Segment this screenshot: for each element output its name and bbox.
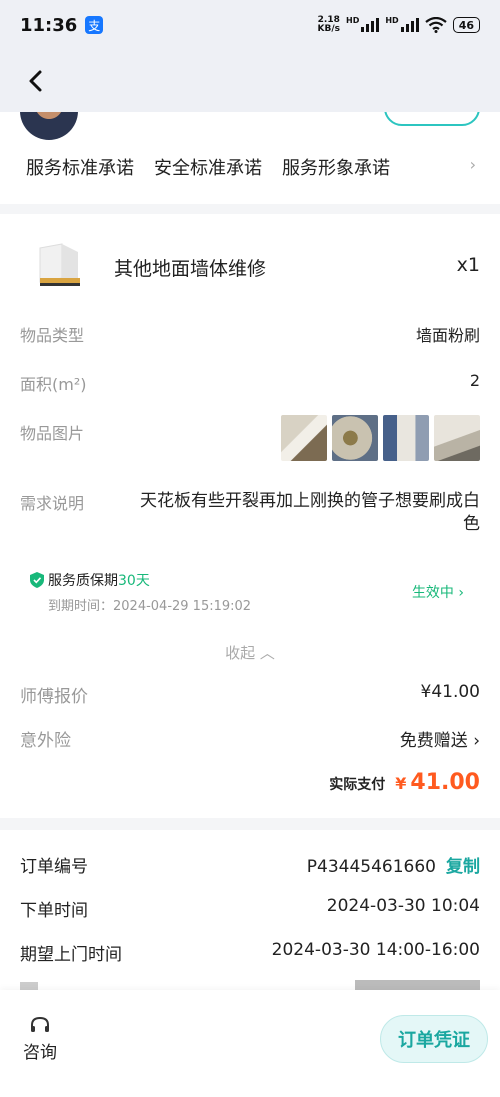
product-image — [26, 242, 86, 290]
chevron-right-icon: › — [473, 731, 480, 751]
order-detail-card: 其他地面墙体维修 x1 物品类型 墙面粉刷 面积(m²) 2 物品图片 需求说明… — [0, 214, 500, 818]
hd-label: HD — [385, 16, 399, 25]
insurance-value: 免费赠送 › — [399, 731, 480, 751]
item-type-value: 墙面粉刷 — [415, 326, 480, 345]
quote-value: ¥41.00 — [420, 682, 480, 702]
item-photo[interactable] — [332, 415, 378, 461]
order-number-value: P43445461660 — [306, 857, 436, 877]
net-speed: 2.18 KB/s — [317, 15, 340, 34]
description-value: 天花板有些开裂再加上刚换的管子想要刷成白色 — [140, 491, 480, 534]
actual-payment-label: 实际支付 — [329, 777, 386, 793]
insurance-label: 意外险 — [20, 731, 71, 751]
chevron-right-icon: › — [458, 585, 464, 601]
promise-tabs: 服务标准承诺 安全标准承诺 服务形象承诺 — [26, 154, 390, 180]
alipay-icon: 支 — [85, 16, 104, 34]
product-row: 其他地面墙体维修 x1 — [0, 214, 500, 314]
warranty-title: 服务质保期30天 — [48, 573, 150, 589]
order-info-card: 订单编号 P43445461660 复制 下单时间 2024-03-30 10:0… — [0, 830, 500, 990]
master-action-button[interactable] — [384, 112, 480, 126]
item-photo[interactable] — [281, 415, 327, 461]
quote-label: 师傅报价 — [20, 687, 88, 707]
expected-time-value: 2024-03-30 14:00-16:00 — [271, 940, 480, 960]
back-icon[interactable] — [22, 68, 48, 94]
master-card: 服务标准承诺 安全标准承诺 服务形象承诺 › — [0, 112, 500, 204]
item-photo[interactable] — [434, 415, 480, 461]
expected-time-label: 期望上门时间 — [20, 945, 122, 965]
promise-safety-standard[interactable]: 安全标准承诺 — [154, 154, 262, 180]
clock: 11:36 — [20, 14, 78, 36]
hd-label: HD — [346, 16, 360, 25]
collapse-toggle[interactable]: 收起 ︿ — [0, 642, 500, 663]
order-voucher-button[interactable]: 订单凭证 — [380, 1015, 488, 1063]
item-photo[interactable] — [383, 415, 429, 461]
order-number-label: 订单编号 — [20, 857, 88, 877]
actual-payment-value: ¥41.00 — [395, 770, 480, 795]
images-label: 物品图片 — [20, 424, 85, 443]
area-label: 面积(m²) — [20, 375, 87, 394]
status-bar: 11:36 支 2.18 KB/s HD HD 46 — [0, 0, 500, 50]
avatar[interactable] — [20, 112, 78, 140]
consult-button[interactable]: 咨询 — [20, 1016, 60, 1063]
warranty-days: 30天 — [118, 573, 150, 589]
copy-button[interactable]: 复制 — [446, 857, 480, 877]
image-thumbnails — [281, 415, 480, 461]
warranty-row[interactable]: 服务质保期30天 到期时间：2024-04-29 15:19:02 生效中 › — [30, 570, 470, 620]
warranty-status: 生效中 › — [411, 585, 464, 601]
chevron-right-icon[interactable]: › — [470, 155, 476, 174]
area-value: 2 — [469, 371, 480, 390]
product-quantity: x1 — [456, 254, 480, 276]
order-created-label: 下单时间 — [20, 901, 88, 921]
order-created-value: 2024-03-30 10:04 — [326, 896, 480, 916]
signal-icon — [400, 18, 419, 32]
nav-header — [0, 50, 500, 112]
description-row: 需求说明 天花板有些开裂再加上刚换的管子想要刷成白色 — [20, 490, 480, 540]
promise-service-image[interactable]: 服务形象承诺 — [282, 154, 390, 180]
actual-payment: 实际支付 ¥41.00 — [329, 770, 480, 795]
consult-label: 咨询 — [23, 1043, 57, 1063]
product-title: 其他地面墙体维修 — [114, 258, 267, 280]
warranty-expiry: 到期时间：2024-04-29 15:19:02 — [48, 599, 252, 614]
wifi-icon — [425, 17, 447, 33]
status-icons: 2.18 KB/s HD HD 46 — [318, 16, 480, 34]
description-label: 需求说明 — [20, 494, 85, 513]
signal-icon — [361, 18, 380, 32]
bottom-action-bar: 咨询 订单凭证 — [0, 990, 500, 1097]
headset-icon — [31, 1016, 49, 1032]
chevron-up-icon: ︿ — [259, 644, 275, 662]
battery-icon: 46 — [452, 17, 480, 33]
item-type-label: 物品类型 — [20, 326, 85, 345]
shield-icon — [30, 572, 44, 588]
cut-off-row — [20, 980, 480, 990]
promise-service-standard[interactable]: 服务标准承诺 — [26, 154, 134, 180]
